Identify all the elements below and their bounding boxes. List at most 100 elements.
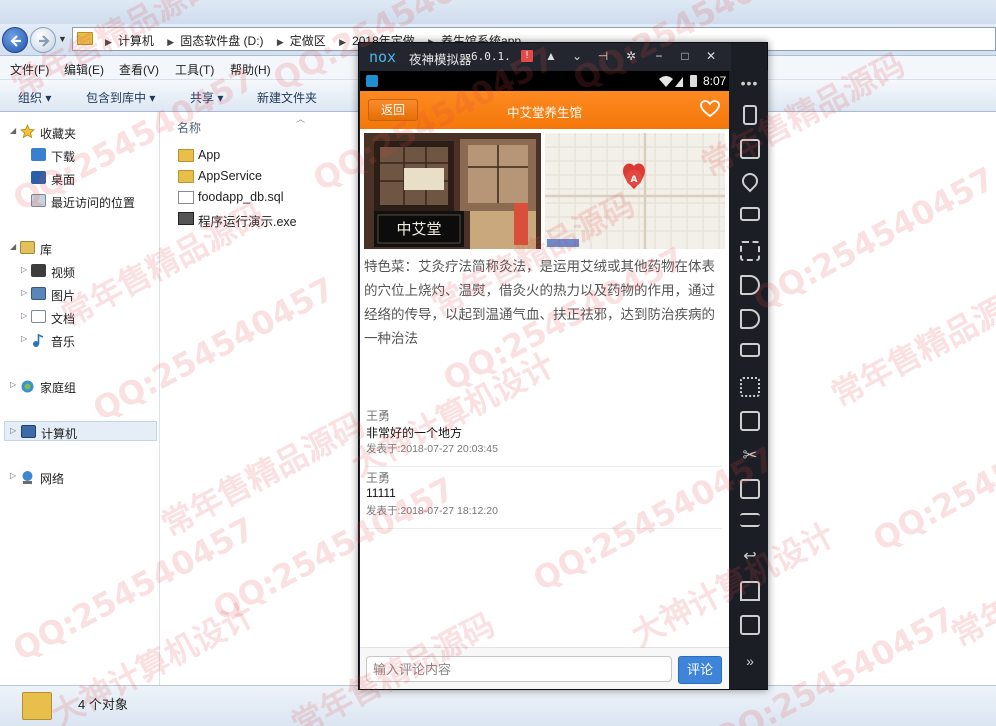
alert-icon[interactable]: ! <box>521 50 533 62</box>
maximize-icon[interactable]: □ <box>677 48 693 64</box>
gear-icon[interactable]: ✲ <box>623 48 639 64</box>
nav-network[interactable]: ▷ 网络 <box>0 467 160 487</box>
nox-logo: nox <box>369 48 397 66</box>
comment-author: 王勇 <box>366 471 391 485</box>
nav-label: 下载 <box>51 150 76 164</box>
menu-icon[interactable] <box>740 513 760 527</box>
more-icon[interactable]: ••• <box>731 75 768 91</box>
nav-favorites[interactable]: ◢ 收藏夹 <box>0 122 160 142</box>
comment-time: 发表于:2018-07-27 18:12:20 <box>366 505 498 517</box>
nav-label: 桌面 <box>51 173 76 187</box>
column-header-name[interactable]: 名称 <box>177 119 201 136</box>
chevron-right-icon: ▶ <box>105 37 112 47</box>
include-in-library-button[interactable]: 包含到库中 ▾ <box>86 89 155 106</box>
menu-view[interactable]: 查看(V) <box>119 61 159 78</box>
map-preview[interactable]: A <box>545 133 725 249</box>
comment-text: 非常好的一个地方 <box>366 426 463 440</box>
macro-icon[interactable] <box>740 377 760 397</box>
nav-recent-places[interactable]: 最近访问的位置 <box>0 191 160 211</box>
menu-edit[interactable]: 编辑(E) <box>64 61 104 78</box>
chevron-down-icon[interactable]: ⌄ <box>569 48 585 64</box>
breadcrumb-item[interactable]: 计算机 <box>118 32 154 49</box>
nav-desktop[interactable]: 桌面 <box>0 168 160 188</box>
expand-icon[interactable]: ▷ <box>21 311 27 320</box>
keyboard-icon[interactable] <box>740 207 760 221</box>
file-row[interactable]: foodapp_db.sql <box>176 188 356 208</box>
computer-icon <box>21 425 36 438</box>
multi-instance-icon[interactable] <box>740 479 760 499</box>
nav-downloads[interactable]: 下载 <box>0 145 160 165</box>
expand-icon[interactable]: ▷ <box>10 380 16 389</box>
nav-label: 计算机 <box>41 427 78 441</box>
nav-music[interactable]: ▷ 音乐 <box>0 330 160 350</box>
expand-icon[interactable]: ▷ <box>10 471 16 480</box>
menu-file[interactable]: 文件(F) <box>10 61 49 78</box>
recent-pages-dropdown[interactable]: ▼ <box>58 34 67 44</box>
shake-icon[interactable] <box>743 105 757 125</box>
android-status-bar: 8:07 <box>360 71 729 91</box>
chevron-right-icon: ▶ <box>339 37 347 47</box>
expand-icon[interactable]: ◢ <box>10 126 16 135</box>
back-nav-button[interactable] <box>2 27 28 53</box>
chevron-right-icon: ▶ <box>276 37 284 47</box>
nav-label: 网络 <box>40 472 65 486</box>
upload-icon[interactable]: ▲ <box>543 48 559 64</box>
back-icon[interactable]: ↩ <box>740 547 760 567</box>
nav-pictures[interactable]: ▷ 图片 <box>0 284 160 304</box>
chevron-right-icon: ▶ <box>167 37 175 47</box>
heart-icon[interactable] <box>700 100 720 118</box>
expand-icon[interactable]: ◢ <box>10 242 16 251</box>
folder-icon <box>77 32 93 45</box>
close-icon[interactable]: ✕ <box>703 48 719 64</box>
nav-homegroup[interactable]: ▷ 家庭组 <box>0 376 160 396</box>
pin-icon[interactable]: ⊣ <box>595 48 611 64</box>
robot-icon[interactable] <box>740 139 760 159</box>
folder-icon <box>178 149 194 162</box>
apk-install-icon[interactable] <box>740 411 760 431</box>
nav-documents[interactable]: ▷ 文档 <box>0 307 160 327</box>
file-row[interactable]: 程序运行演示.exe <box>176 209 356 229</box>
nav-computer[interactable]: ▷ 计算机 <box>4 421 157 441</box>
recent-places-icon <box>31 194 46 207</box>
volume-up-icon[interactable] <box>740 275 760 295</box>
emulator-version: 6.0.1. <box>471 50 511 63</box>
scissors-icon[interactable]: ✂ <box>740 445 760 465</box>
file-row[interactable]: App <box>176 146 356 166</box>
comment-item: 王勇 11111 发表于:2018-07-27 18:12:20 <box>366 467 722 529</box>
nav-libraries[interactable]: ◢ 库 <box>0 238 160 258</box>
expand-icon[interactable]: ▷ <box>21 265 27 274</box>
toolbox-icon[interactable] <box>740 343 760 357</box>
organize-button[interactable]: 组织 ▾ <box>18 89 51 106</box>
breadcrumb-item[interactable]: 固态软件盘 (D:) <box>180 32 263 49</box>
location-icon[interactable] <box>738 169 762 193</box>
volume-down-icon[interactable] <box>740 309 760 329</box>
minimize-icon[interactable]: − <box>651 48 667 64</box>
fullscreen-icon[interactable] <box>740 241 760 261</box>
share-button[interactable]: 共享 ▾ <box>190 89 223 106</box>
menu-tools[interactable]: 工具(T) <box>175 61 214 78</box>
breadcrumb-item[interactable]: 定做区 <box>290 32 326 49</box>
menu-help[interactable]: 帮助(H) <box>230 61 271 78</box>
document-icon <box>31 310 46 323</box>
nav-label: 收藏夹 <box>40 127 77 141</box>
expand-icon[interactable]: ▷ <box>21 288 27 297</box>
expand-icon[interactable]: ▷ <box>21 334 27 343</box>
shop-sign-text: 中艾堂 <box>396 220 441 238</box>
submit-comment-button[interactable]: 评论 <box>678 656 722 684</box>
comment-author: 王勇 <box>366 409 391 423</box>
new-folder-button[interactable]: 新建文件夹 <box>257 89 317 106</box>
nav-videos[interactable]: ▷ 视频 <box>0 261 160 281</box>
wifi-signal-icon <box>659 76 683 87</box>
expand-right-icon[interactable]: » <box>740 651 760 671</box>
library-icon <box>20 241 35 254</box>
forward-nav-button[interactable] <box>30 27 56 53</box>
comment-item: 王勇 非常好的一个地方 发表于:2018-07-27 20:03:45 <box>366 405 722 467</box>
file-row[interactable]: AppService <box>176 167 356 187</box>
file-name: App <box>198 148 221 162</box>
expand-icon[interactable]: ▷ <box>10 426 16 435</box>
status-bar: 4 个对象 <box>0 685 996 726</box>
home-icon[interactable] <box>740 581 760 601</box>
file-name: AppService <box>198 169 262 183</box>
recent-apps-icon[interactable] <box>740 615 760 635</box>
comment-input[interactable] <box>366 656 672 682</box>
